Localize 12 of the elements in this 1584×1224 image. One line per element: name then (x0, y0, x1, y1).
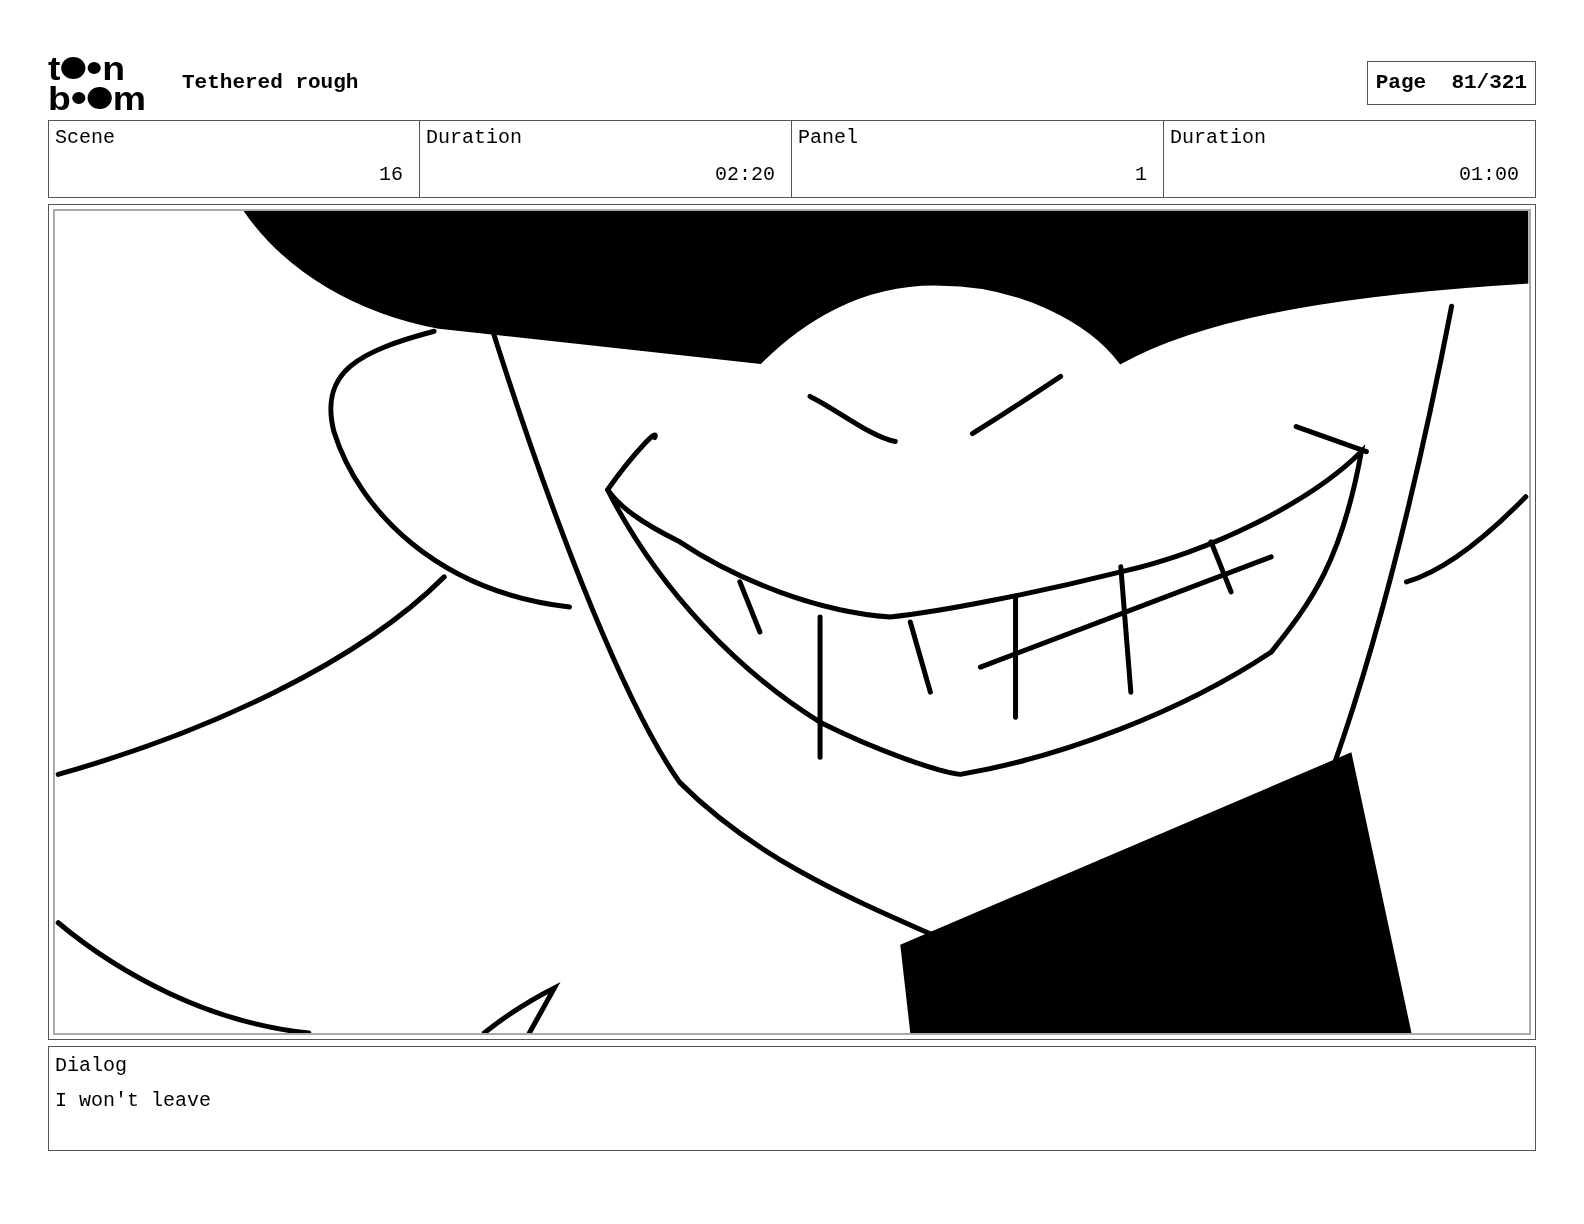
field-label: Scene (55, 125, 116, 150)
dialog-text: I won't leave (55, 1088, 213, 1113)
field-label: Panel (798, 125, 859, 150)
dialog-label: Dialog (55, 1053, 128, 1078)
field-value: 01:00 (1458, 162, 1519, 187)
field-value: 16 (378, 162, 403, 187)
field-value: 1 (1134, 162, 1147, 187)
field-label: Duration (426, 125, 523, 150)
page-counter: Page 81/321 (1366, 61, 1536, 105)
document-title: Tethered rough (182, 70, 359, 97)
field-label: Duration (1170, 125, 1267, 150)
field-value: 02:20 (714, 162, 775, 187)
